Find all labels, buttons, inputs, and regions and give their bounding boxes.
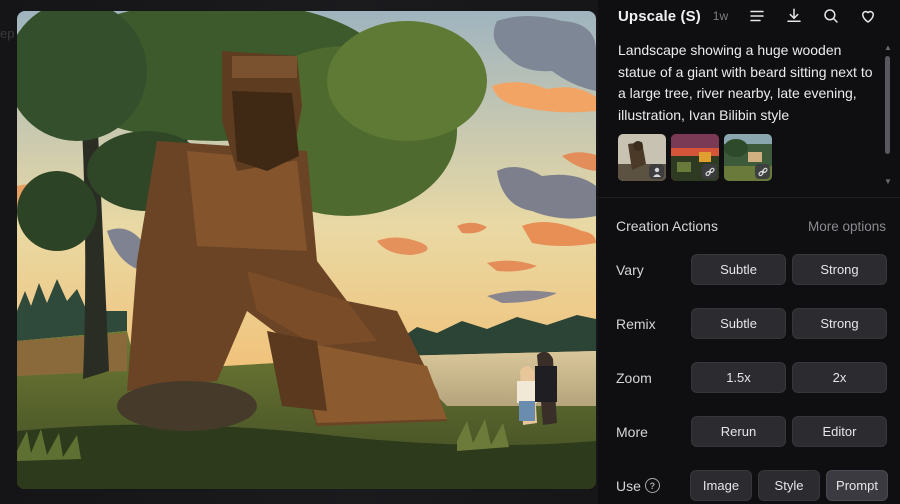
use-image-button[interactable]: Image bbox=[690, 470, 752, 501]
reference-thumbnail-statue[interactable] bbox=[618, 134, 666, 181]
action-row-more: More Rerun Editor bbox=[616, 415, 888, 448]
help-icon[interactable]: ? bbox=[644, 478, 660, 493]
more-options-link[interactable]: More options bbox=[808, 219, 886, 234]
timestamp: 1w bbox=[712, 9, 729, 23]
section-divider bbox=[598, 197, 900, 198]
row-label: Use bbox=[616, 477, 641, 494]
use-prompt-button[interactable]: Prompt bbox=[826, 470, 888, 501]
page-title: Upscale (S) bbox=[618, 7, 701, 25]
link-icon bbox=[702, 164, 717, 179]
generated-image[interactable] bbox=[17, 11, 596, 489]
image-artwork bbox=[17, 11, 596, 489]
row-label: Vary bbox=[616, 261, 644, 278]
heart-icon[interactable] bbox=[849, 6, 886, 26]
detail-panel: Upscale (S) 1w Landscape showing a huge … bbox=[598, 0, 900, 504]
row-label: Remix bbox=[616, 315, 656, 332]
action-row-use: Use ? Image Style Prompt bbox=[616, 469, 888, 502]
use-label: Use ? bbox=[616, 478, 690, 494]
action-row-remix: Remix Subtle Strong bbox=[616, 307, 888, 340]
vary-subtle-button[interactable]: Subtle bbox=[691, 254, 786, 285]
scroll-up-icon[interactable]: ▲ bbox=[884, 44, 892, 52]
download-icon[interactable] bbox=[775, 6, 812, 26]
scroll-thumb[interactable] bbox=[885, 56, 890, 154]
vary-strong-button[interactable]: Strong bbox=[792, 254, 887, 285]
row-label: More bbox=[616, 423, 648, 440]
editor-button[interactable]: Editor bbox=[792, 416, 887, 447]
header-actions bbox=[738, 6, 886, 26]
search-icon[interactable] bbox=[812, 6, 849, 26]
reference-thumbnail-village[interactable] bbox=[724, 134, 772, 181]
prompt-scrollbar[interactable]: ▲ ▼ bbox=[882, 40, 894, 190]
person-icon bbox=[649, 164, 664, 179]
section-title: Creation Actions bbox=[616, 218, 718, 234]
zoom-2x-button[interactable]: 2x bbox=[792, 362, 887, 393]
reference-thumbnail-sunset[interactable] bbox=[671, 134, 719, 181]
action-row-zoom: Zoom 1.5x 2x bbox=[616, 361, 888, 394]
remix-subtle-button[interactable]: Subtle bbox=[691, 308, 786, 339]
row-label: Zoom bbox=[616, 369, 652, 386]
menu-icon[interactable] bbox=[738, 6, 775, 26]
zoom-1-5x-button[interactable]: 1.5x bbox=[691, 362, 786, 393]
prompt-text: Landscape showing a huge wooden statue o… bbox=[618, 42, 873, 123]
background-partial-text: ep bbox=[0, 26, 15, 41]
link-icon bbox=[755, 164, 770, 179]
remix-strong-button[interactable]: Strong bbox=[792, 308, 887, 339]
scroll-down-icon[interactable]: ▼ bbox=[884, 178, 892, 186]
rerun-button[interactable]: Rerun bbox=[691, 416, 786, 447]
header-bar: Upscale (S) 1w bbox=[618, 6, 886, 26]
creation-actions-header: Creation Actions More options bbox=[616, 218, 886, 234]
reference-thumbnails bbox=[618, 134, 772, 181]
use-style-button[interactable]: Style bbox=[758, 470, 820, 501]
action-row-vary: Vary Subtle Strong bbox=[616, 253, 888, 286]
